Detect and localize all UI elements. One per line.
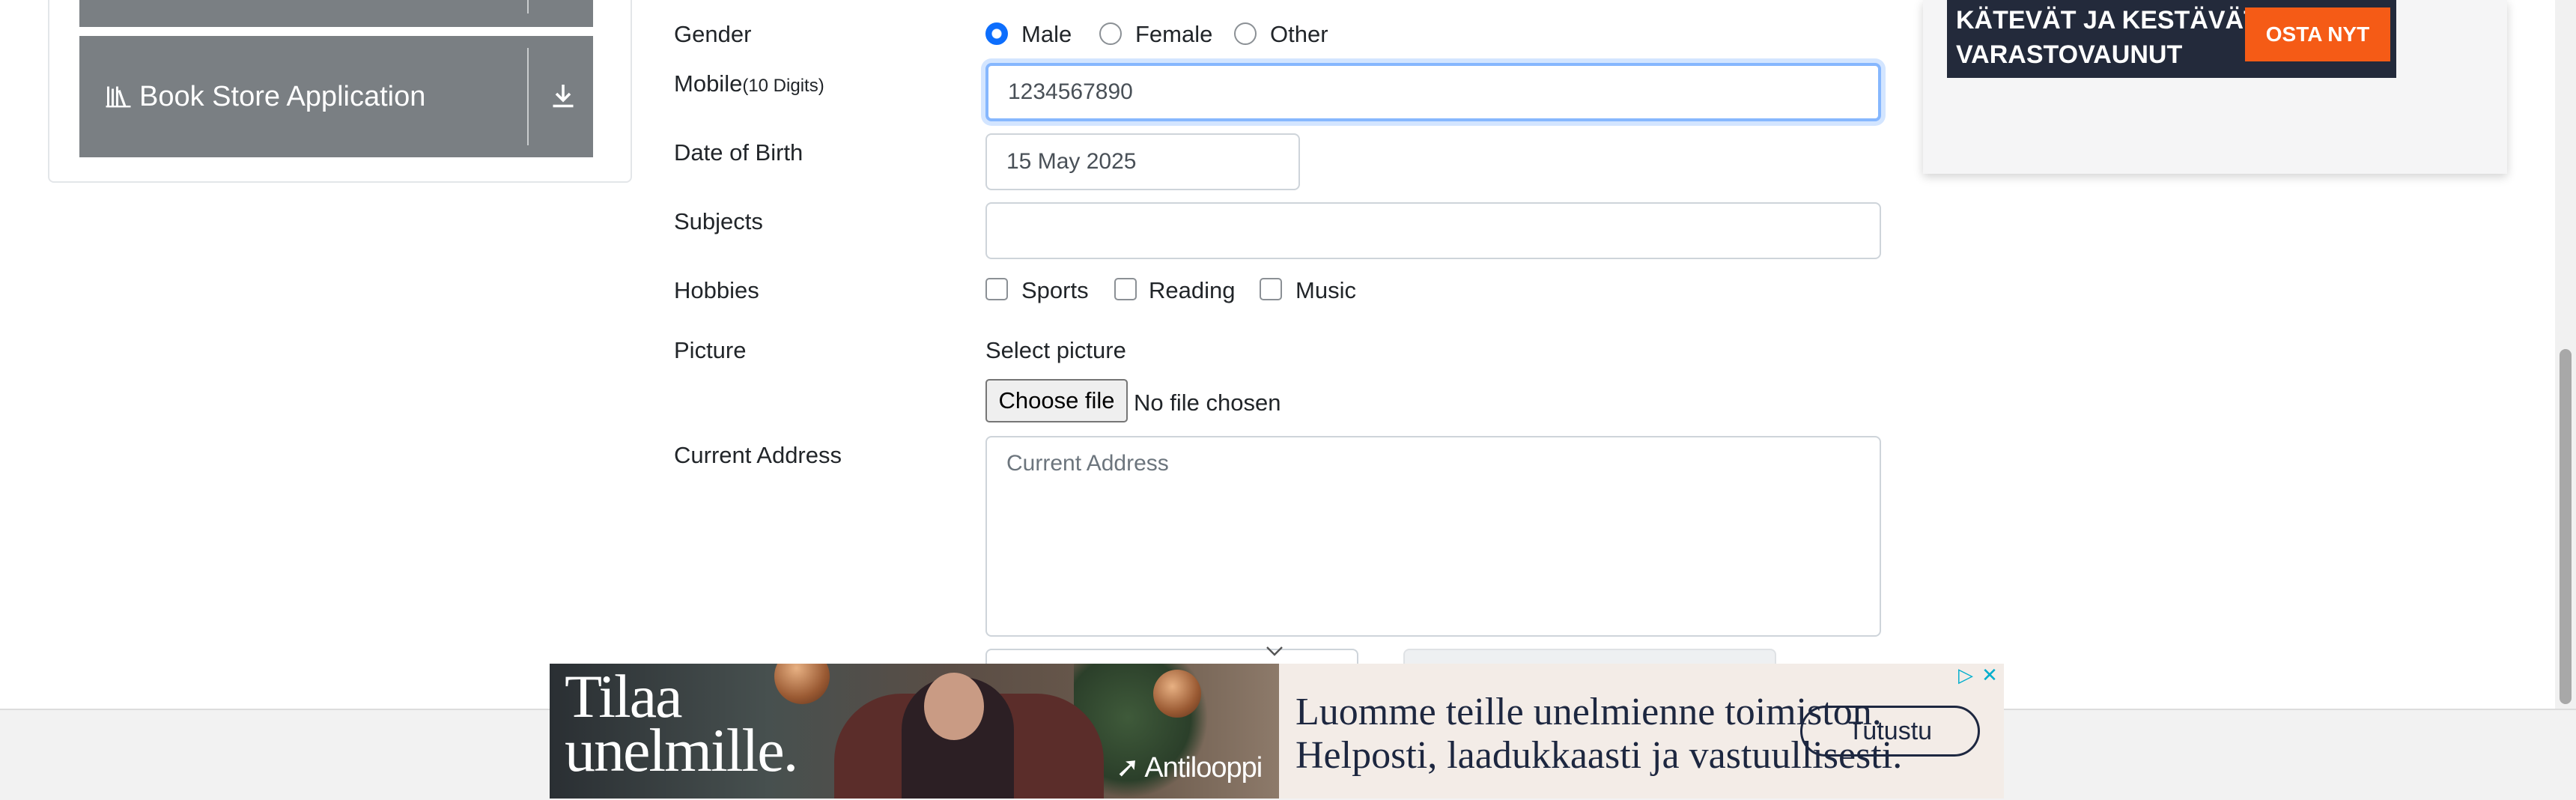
mobile-input[interactable]: 1234567890 [985, 63, 1881, 121]
face-image [924, 673, 984, 740]
gender-radio-female[interactable] [1099, 22, 1122, 45]
subjects-input[interactable] [985, 202, 1881, 259]
address-textarea[interactable]: Current Address [985, 436, 1881, 637]
close-icon[interactable]: ✕ [1978, 664, 2001, 686]
address-label: Current Address [674, 442, 842, 468]
dob-value: 15 May 2025 [1006, 149, 1137, 174]
ad-big-headline: Tilaa unelmille. [565, 666, 798, 784]
sidebar-item-previous[interactable] [79, 0, 593, 27]
ad-banner-right[interactable]: KÄTEVÄT JA KESTÄVÄT VARASTOVAUNUT OSTA N… [1923, 0, 2507, 174]
mobile-value: 1234567890 [1008, 79, 1133, 104]
subjects-label: Subjects [674, 208, 763, 234]
dob-label: Date of Birth [674, 139, 804, 166]
ad-brand: ➚ Antilooppi [1116, 752, 1263, 784]
file-status: No file chosen [1134, 390, 1281, 416]
mobile-label: Mobile(10 Digits) [674, 70, 824, 97]
ad-choices-icon[interactable]: ▷ [1954, 664, 1977, 686]
gender-option-male[interactable]: Male [1021, 21, 1072, 48]
picture-label: Picture [674, 337, 747, 363]
hobby-option-sports[interactable]: Sports [1021, 277, 1089, 304]
hobby-checkbox-reading[interactable] [1114, 278, 1137, 300]
ad-headline-line-2: unelmille. [565, 716, 798, 784]
hobbies-label: Hobbies [674, 277, 759, 303]
mobile-label-text: Mobile [674, 70, 743, 97]
mobile-hint: (10 Digits) [742, 76, 824, 96]
gender-option-other[interactable]: Other [1270, 21, 1328, 48]
gender-option-female[interactable]: Female [1135, 21, 1212, 48]
gender-radio-other[interactable] [1234, 22, 1257, 45]
address-placeholder: Current Address [1006, 451, 1169, 476]
ad-brand-name: Antilooppi [1144, 752, 1263, 784]
divider [527, 48, 529, 145]
gender-label: Gender [674, 21, 752, 47]
lamp-image [1153, 670, 1201, 718]
ad-photo: Tilaa unelmille. ➚ Antilooppi [550, 664, 1279, 799]
divider [527, 0, 529, 13]
books-icon [106, 86, 131, 108]
hobby-checkbox-sports[interactable] [985, 278, 1008, 300]
chevron-down-icon [1266, 646, 1284, 658]
ad-buy-button[interactable]: OSTA NYT [2245, 7, 2390, 61]
hobby-option-reading[interactable]: Reading [1149, 277, 1235, 304]
ad-headline: KÄTEVÄT JA KESTÄVÄT VARASTOVAUNUT [1956, 3, 2259, 72]
hobby-checkbox-music[interactable] [1260, 278, 1282, 300]
ad-banner-bottom[interactable]: Tilaa unelmille. ➚ Antilooppi Luomme tei… [550, 664, 2004, 799]
select-picture-text: Select picture [985, 337, 1126, 363]
ad-line-1: KÄTEVÄT JA KESTÄVÄT [1956, 6, 2259, 34]
sidebar-item-label: Book Store Application [139, 80, 426, 112]
gender-radio-male[interactable] [985, 22, 1008, 45]
choose-file-button[interactable]: Choose file [985, 379, 1128, 422]
dob-input[interactable]: 15 May 2025 [985, 133, 1300, 190]
scrollbar-thumb[interactable] [2560, 349, 2572, 704]
download-icon[interactable] [550, 81, 577, 111]
hobby-option-music[interactable]: Music [1295, 277, 1356, 304]
sidebar-item-book-store[interactable]: Book Store Application [79, 36, 593, 157]
ad-learn-more-button[interactable]: Tutustu [1800, 706, 1980, 757]
ad-line-2: VARASTOVAUNUT [1956, 40, 2183, 69]
